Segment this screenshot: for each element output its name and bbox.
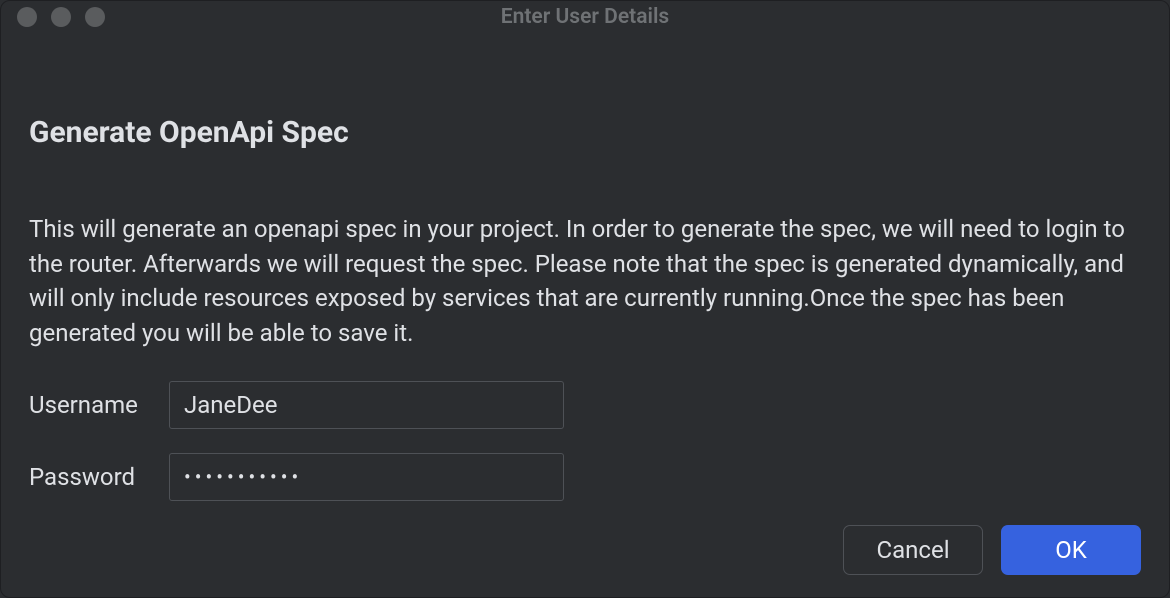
password-label: Password <box>29 463 169 491</box>
window-title: Enter User Details <box>501 5 669 29</box>
button-row: Cancel OK <box>29 525 1141 575</box>
username-row: Username <box>29 381 1141 429</box>
cancel-button[interactable]: Cancel <box>843 525 983 575</box>
minimize-icon[interactable] <box>51 7 71 27</box>
dialog-heading: Generate OpenApi Spec <box>29 115 1141 150</box>
dialog-content: Generate OpenApi Spec This will generate… <box>1 33 1169 597</box>
username-input[interactable] <box>169 381 564 429</box>
titlebar: Enter User Details <box>1 1 1169 33</box>
dialog-description: This will generate an openapi spec in yo… <box>29 212 1141 351</box>
password-input[interactable] <box>169 453 564 501</box>
dialog-window: Enter User Details Generate OpenApi Spec… <box>0 0 1170 598</box>
traffic-lights <box>17 7 105 27</box>
close-icon[interactable] <box>17 7 37 27</box>
username-label: Username <box>29 391 169 419</box>
ok-button[interactable]: OK <box>1001 525 1141 575</box>
password-row: Password <box>29 453 1141 501</box>
maximize-icon[interactable] <box>85 7 105 27</box>
